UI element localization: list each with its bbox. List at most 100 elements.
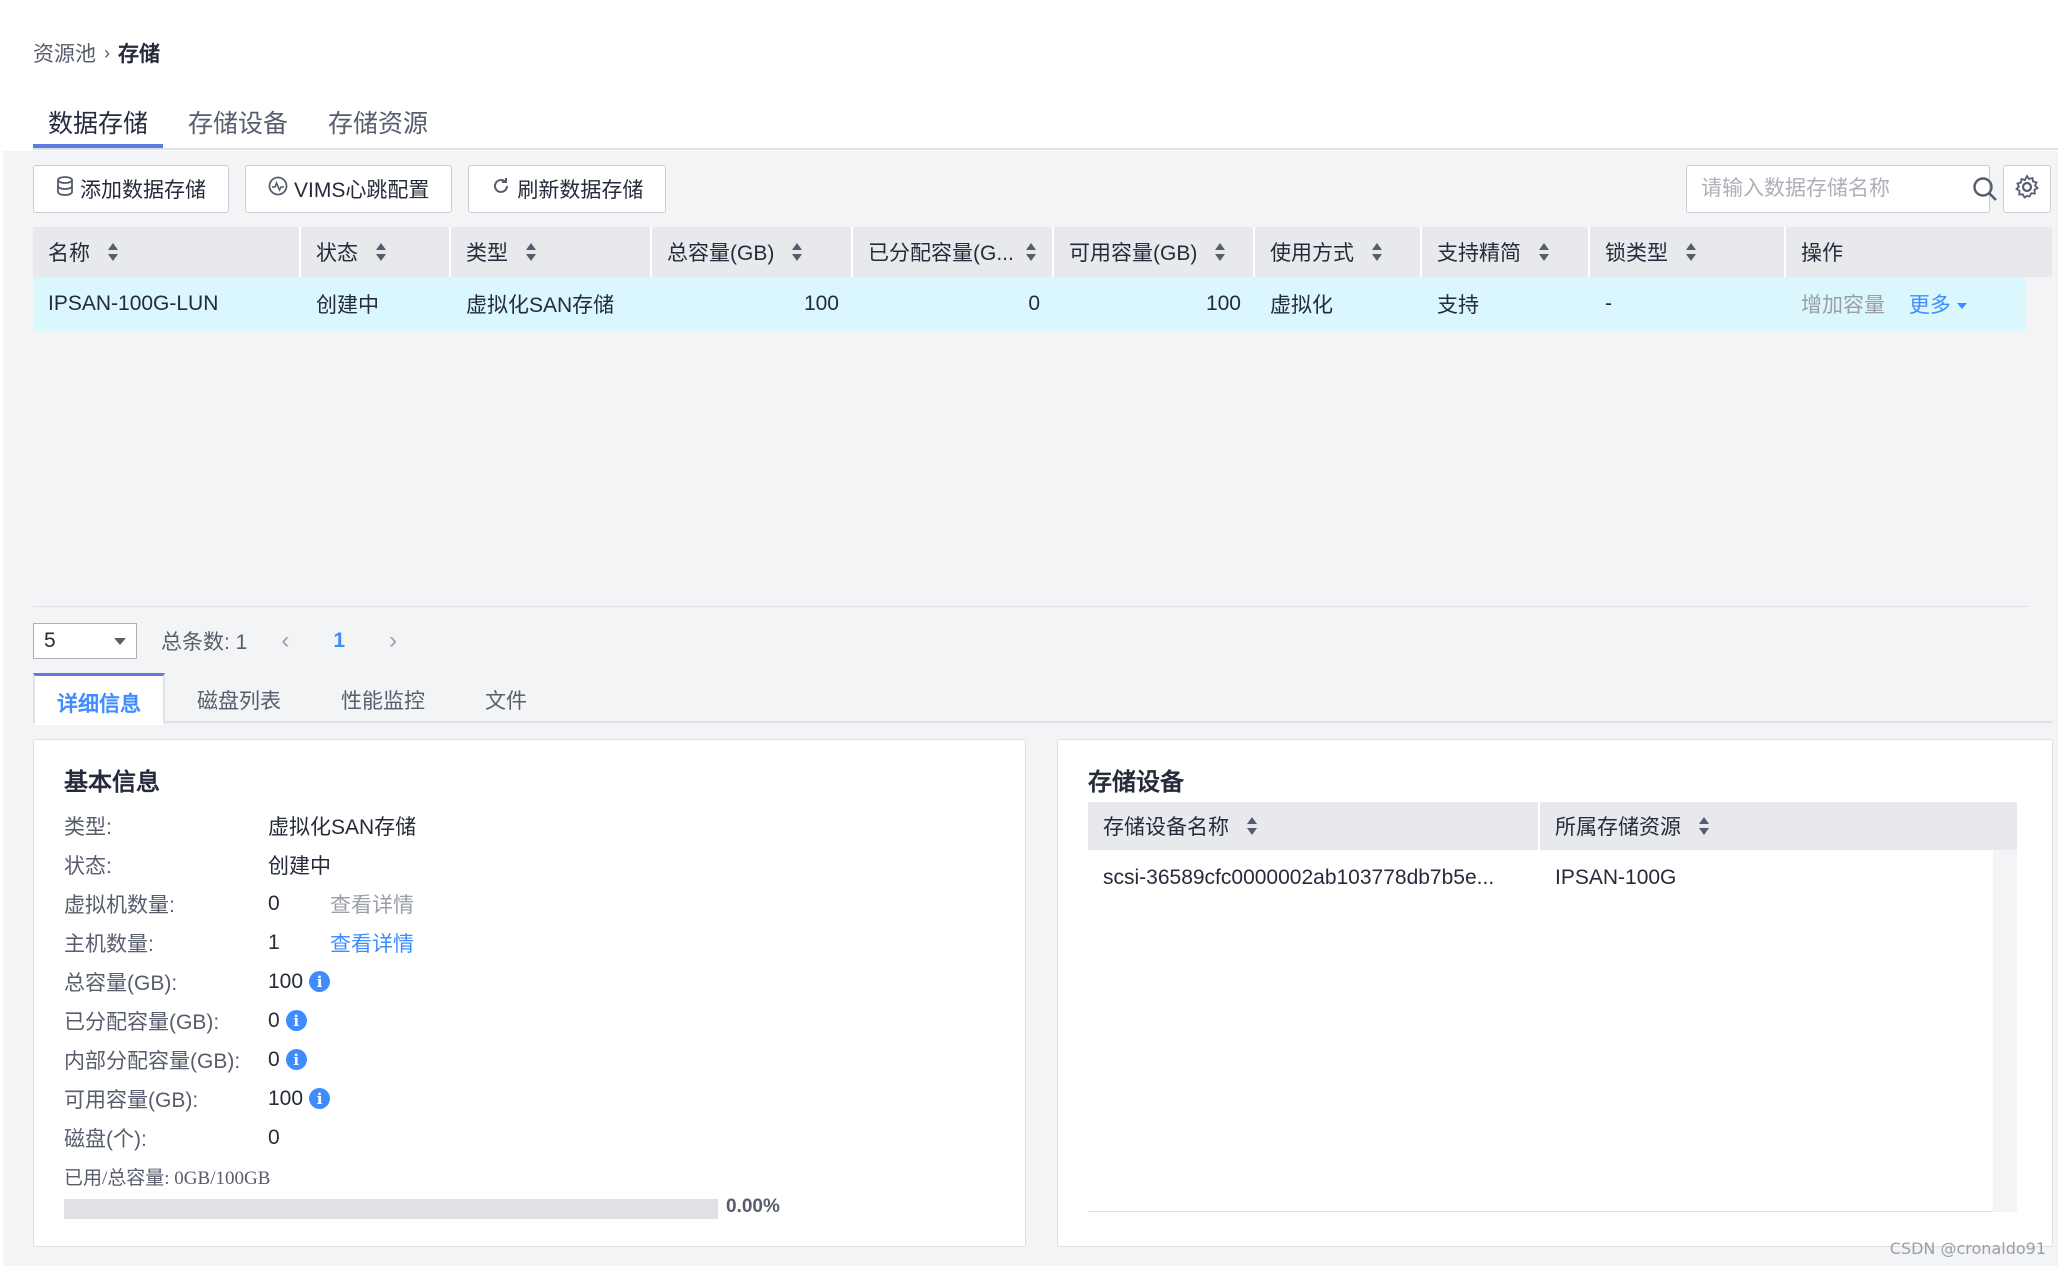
info-icon[interactable]: i: [285, 1049, 307, 1070]
database-icon: [56, 176, 74, 202]
sort-icon[interactable]: [1699, 817, 1709, 835]
info-row-host-count: 主机数量: 1 查看详情: [64, 923, 994, 962]
available-value: 100: [268, 1086, 304, 1110]
breadcrumb-parent[interactable]: 资源池: [33, 38, 96, 68]
prev-page-icon[interactable]: ‹: [271, 627, 299, 655]
info-label: 可用容量(GB):: [64, 1088, 199, 1112]
watermark: CSDN @cronaldo91: [1889, 1239, 2046, 1258]
column-header-allocated[interactable]: 已分配容量(G...: [853, 227, 1054, 277]
internal-value: 0: [268, 1047, 280, 1071]
info-row-allocated: 已分配容量(GB): 0 i: [64, 1001, 994, 1040]
column-header-total[interactable]: 总容量(GB): [652, 227, 853, 277]
cell-actions: 增加容量 更多: [1786, 289, 2025, 319]
info-value: 0 查看详情: [268, 889, 414, 919]
info-icon[interactable]: i: [309, 971, 331, 992]
sort-icon[interactable]: [1686, 243, 1696, 261]
vm-count-value: 0: [268, 891, 280, 915]
column-header-status[interactable]: 状态: [301, 227, 451, 277]
refresh-datastore-button[interactable]: 刷新数据存储: [468, 165, 667, 213]
sort-icon[interactable]: [1372, 243, 1382, 261]
column-label: 状态: [316, 242, 358, 265]
page-size-value: 5: [44, 629, 56, 652]
info-icon[interactable]: i: [309, 1088, 331, 1109]
host-detail-link[interactable]: 查看详情: [330, 928, 414, 958]
storage-device-title: 存储设备: [1088, 769, 1184, 796]
info-value: 1 查看详情: [268, 928, 414, 958]
expand-capacity-link[interactable]: 增加容量: [1801, 294, 1885, 317]
cell-name: IPSAN-100G-LUN: [48, 292, 219, 315]
column-header-available[interactable]: 可用容量(GB): [1054, 227, 1255, 277]
tab-disk-list[interactable]: 磁盘列表: [167, 673, 311, 723]
vims-heartbeat-label: VIMS心跳配置: [294, 179, 430, 202]
sort-icon[interactable]: [1539, 243, 1549, 261]
add-datastore-button[interactable]: 添加数据存储: [33, 165, 229, 213]
gear-icon: [2014, 173, 2040, 205]
breadcrumb-current: 存储: [118, 43, 160, 66]
page-size-select[interactable]: 5: [33, 623, 137, 659]
cell-allocated: 0: [1028, 292, 1040, 315]
top-tab-bar: 数据存储 存储设备 存储资源: [33, 100, 2058, 150]
table-header: 存储设备名称 所属存储资源: [1088, 802, 2017, 850]
sort-icon[interactable]: [526, 243, 536, 261]
column-header-actions: 操作: [1786, 227, 2052, 277]
sort-icon[interactable]: [1215, 243, 1226, 261]
tab-storage-resource[interactable]: 存储资源: [313, 100, 443, 148]
column-header-usage[interactable]: 使用方式: [1255, 227, 1422, 277]
column-header-thin[interactable]: 支持精简: [1422, 227, 1590, 277]
info-icon[interactable]: i: [285, 1010, 307, 1031]
next-page-icon[interactable]: ›: [379, 627, 407, 655]
cell-resource: IPSAN-100G: [1555, 866, 1677, 889]
info-label: 状态:: [64, 854, 112, 878]
settings-button[interactable]: [2003, 165, 2051, 213]
refresh-datastore-label: 刷新数据存储: [517, 179, 644, 202]
storage-device-panel: 存储设备 存储设备名称 所属存储资源 scsi-36589cfc0000002a…: [1057, 739, 2053, 1247]
column-label: 名称: [48, 242, 90, 265]
cell-thin: 支持: [1437, 294, 1479, 317]
sort-icon[interactable]: [108, 243, 118, 261]
info-value: 100 i: [268, 970, 331, 994]
column-header-device-name[interactable]: 存储设备名称: [1088, 802, 1540, 850]
refresh-icon: [491, 176, 511, 202]
vm-detail-link[interactable]: 查看详情: [330, 889, 414, 919]
total-count: 总条数: 1: [161, 631, 248, 654]
column-label: 类型: [466, 242, 508, 265]
info-label: 已分配容量(GB):: [64, 1010, 220, 1034]
page-number[interactable]: 1: [323, 629, 355, 653]
search-icon[interactable]: [1972, 176, 1998, 202]
column-header-name[interactable]: 名称: [33, 227, 301, 277]
cell-status: 创建中: [316, 294, 379, 317]
tab-storage-device[interactable]: 存储设备: [173, 100, 303, 148]
column-header-lock[interactable]: 锁类型: [1590, 227, 1786, 277]
heartbeat-icon: [268, 176, 288, 202]
info-row-total: 总容量(GB): 100 i: [64, 962, 994, 1001]
tab-details[interactable]: 详细信息: [33, 673, 165, 725]
basic-info-panel: 基本信息 类型: 虚拟化SAN存储 状态: 创建中 虚拟机数量: 0 查看详情: [33, 739, 1026, 1247]
main-area: 添加数据存储 VIMS心跳配置 刷新数据存储 请输入数据存储名称 名称 状态 类…: [3, 151, 2058, 1266]
column-label: 使用方式: [1270, 242, 1354, 265]
table-row[interactable]: IPSAN-100G-LUN 创建中 虚拟化SAN存储 100 0 100 虚拟…: [33, 277, 2025, 331]
sort-icon[interactable]: [376, 243, 386, 261]
more-actions-label: 更多: [1908, 294, 1951, 317]
more-actions-link[interactable]: 更多: [1909, 294, 1967, 317]
tab-data-storage[interactable]: 数据存储: [33, 100, 164, 148]
basic-info-title: 基本信息: [64, 769, 160, 796]
table-scrollbar[interactable]: [1993, 850, 2017, 1212]
search-input[interactable]: [1701, 177, 1972, 201]
vims-heartbeat-button[interactable]: VIMS心跳配置: [245, 165, 453, 213]
tab-files[interactable]: 文件: [455, 673, 557, 723]
sort-icon[interactable]: [1247, 817, 1257, 835]
info-row-status: 状态: 创建中: [64, 845, 994, 884]
cell-type: 虚拟化SAN存储: [466, 294, 615, 317]
column-header-resource[interactable]: 所属存储资源: [1540, 802, 2017, 850]
sort-icon[interactable]: [792, 243, 803, 261]
info-row-disk: 磁盘(个): 0: [64, 1118, 994, 1157]
info-value: 100 i: [268, 1086, 331, 1111]
sort-icon[interactable]: [1025, 243, 1036, 261]
column-label: 总容量(GB): [667, 242, 775, 265]
tab-performance[interactable]: 性能监控: [311, 673, 455, 723]
column-header-type[interactable]: 类型: [451, 227, 652, 277]
info-row-type: 类型: 虚拟化SAN存储: [64, 806, 994, 845]
info-label: 磁盘(个):: [64, 1127, 147, 1151]
table-scrollbar[interactable]: [2028, 277, 2052, 607]
table-row[interactable]: scsi-36589cfc0000002ab103778db7b5e... IP…: [1088, 850, 1993, 906]
